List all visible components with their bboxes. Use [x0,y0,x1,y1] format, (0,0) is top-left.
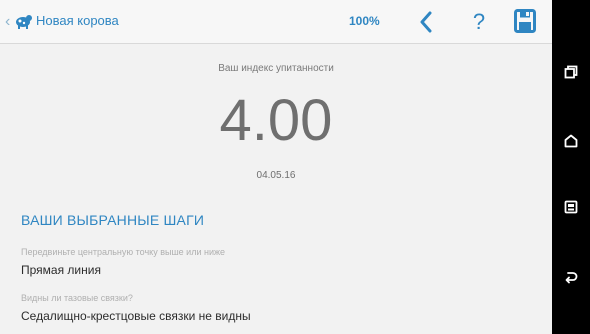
home-button[interactable] [552,126,590,156]
return-icon [565,272,578,284]
recent-apps-icon [564,65,578,79]
floppy-disk-icon [514,9,536,33]
screenshot-icon [564,200,578,214]
home-icon [564,134,578,148]
nav-back-button[interactable] [415,8,437,36]
step-question: Передвиньте центральную точку выше или н… [21,247,226,257]
cow-icon[interactable] [14,13,32,29]
step-answer[interactable]: Седалищно-крестцовые связки не видны [21,309,251,323]
page-title: Новая корова [36,13,119,28]
score-value: 4.00 [219,88,333,153]
zoom-level[interactable]: 100% [349,14,380,28]
help-button[interactable]: ? [468,8,490,36]
recent-apps-button[interactable] [552,57,590,87]
score-date: 04.05.16 [256,170,296,181]
screenshot-button[interactable] [552,192,590,222]
back-chevron-icon[interactable]: ‹ [5,14,10,30]
save-button[interactable] [514,9,536,33]
system-navigation-bar [552,0,590,334]
step-answer[interactable]: Прямая линия [21,263,101,277]
steps-heading: ВАШИ ВЫБРАННЫЕ ШАГИ [21,212,205,228]
chevron-left-icon [420,11,432,33]
step-question: Видны ли тазовые связки? [21,293,133,303]
app-screen: ‹ Новая корова 100% ? Ваш индекс упитанн… [0,0,552,334]
action-bar: ‹ Новая корова 100% ? [0,0,552,44]
return-button[interactable] [552,262,590,292]
score-label: Ваш индекс упитанности [218,63,334,74]
question-icon: ? [472,9,486,34]
